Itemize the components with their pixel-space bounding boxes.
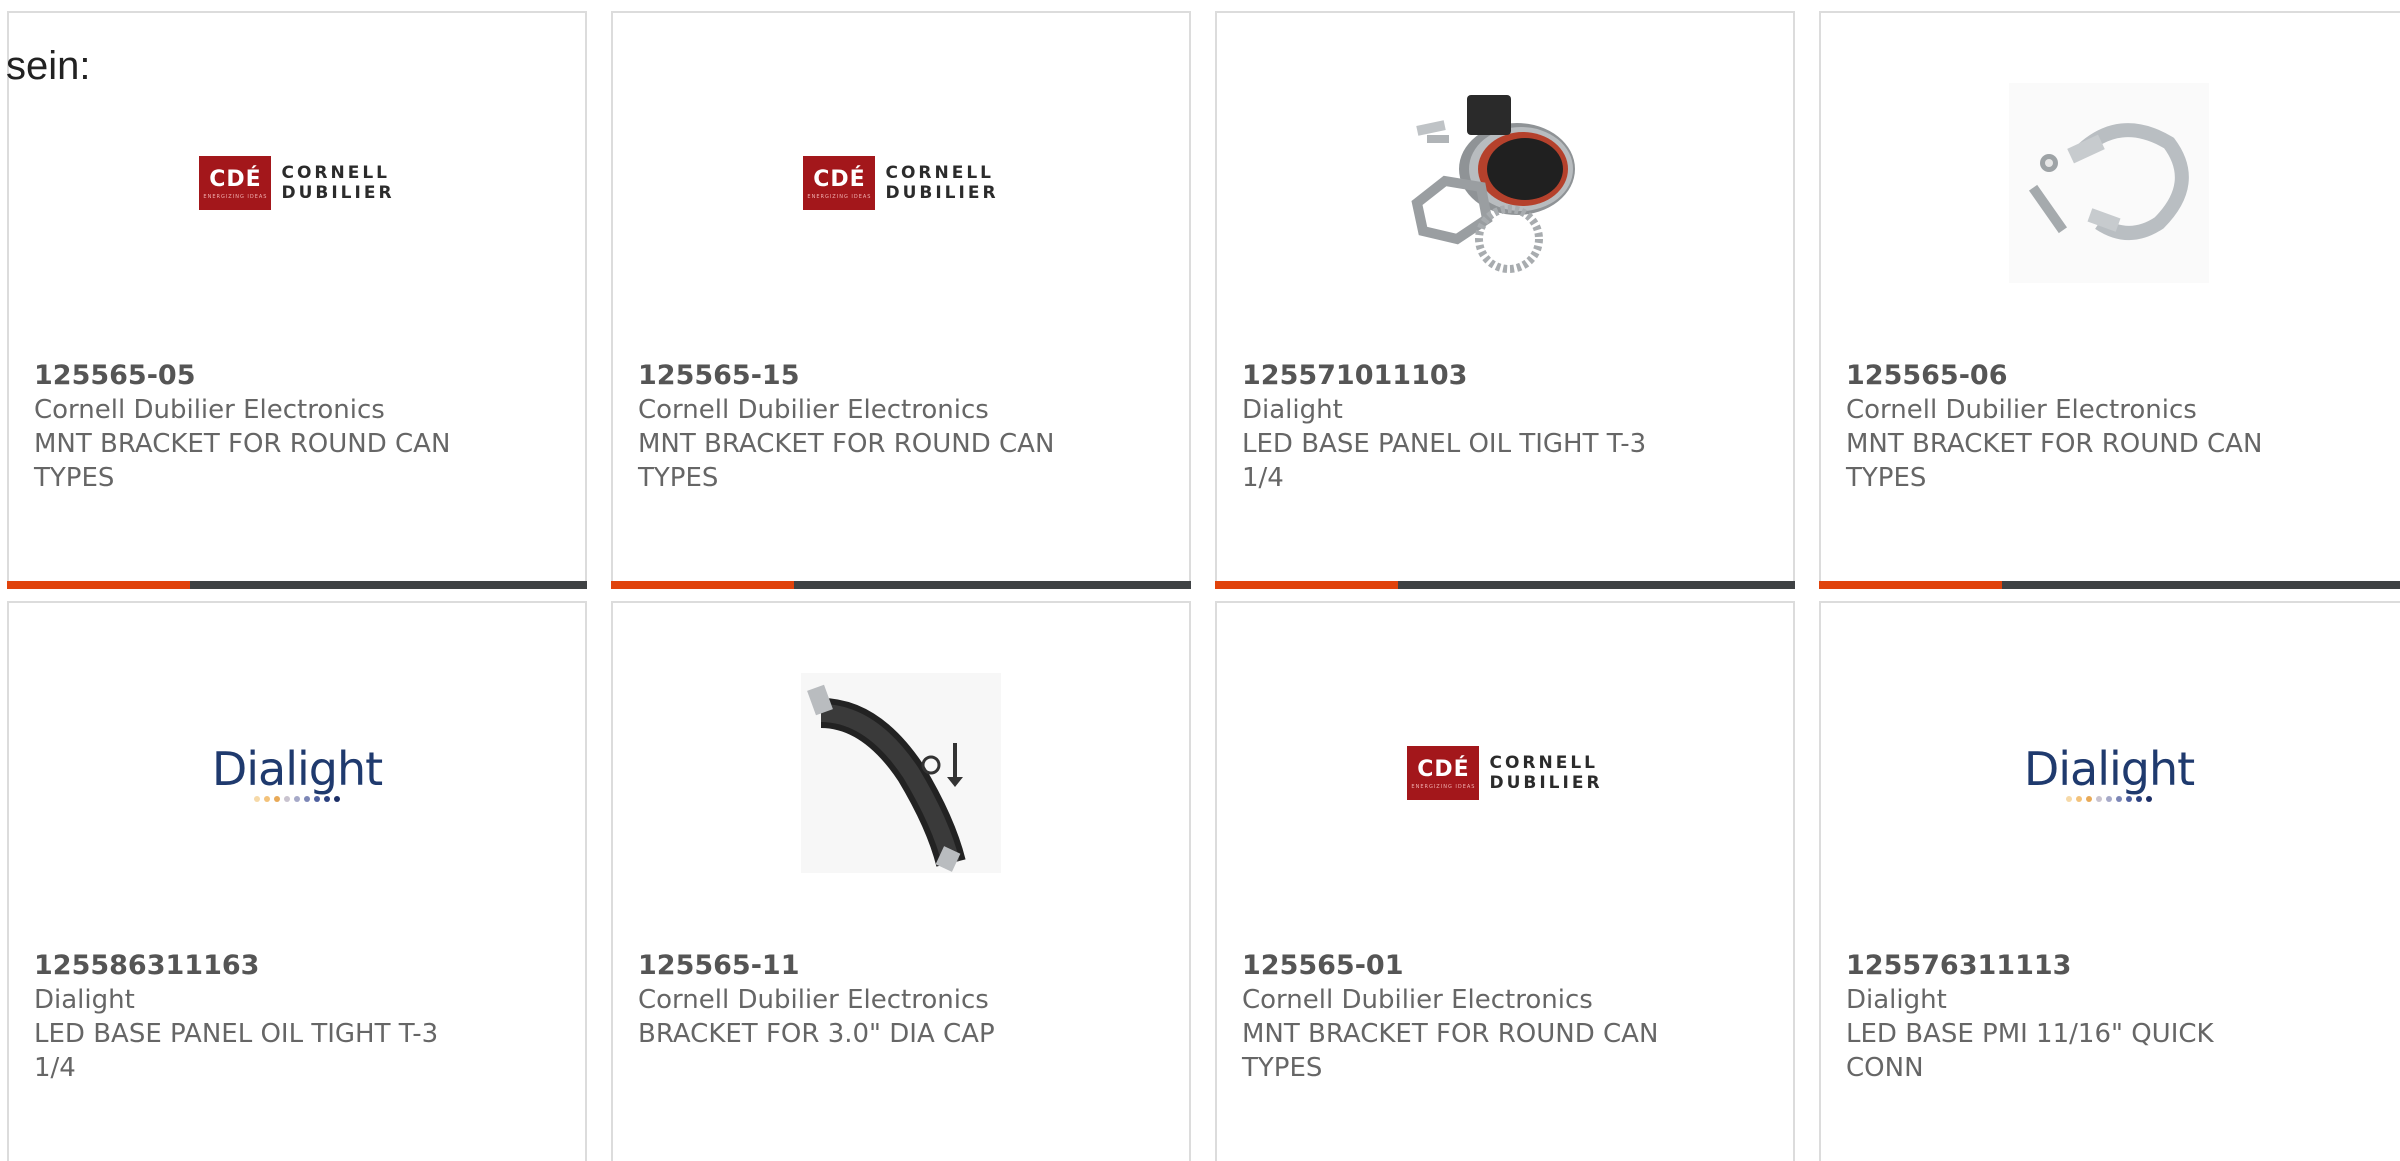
dialight-logo: Dialight <box>212 744 383 802</box>
product-image[interactable]: CDÉ ENERGIZING IDEAS CORNELL DUBILIER <box>801 83 1001 283</box>
part-number[interactable]: 125565-11 <box>638 949 1078 983</box>
dialight-logo: Dialight <box>2024 744 2195 802</box>
intro-text: sein: <box>6 44 91 88</box>
led-panel-base-photo <box>1411 95 1575 273</box>
product-image[interactable] <box>2009 83 2209 283</box>
manufacturer: Cornell Dubilier Electronics <box>638 395 989 425</box>
product-card[interactable]: 125571011103 Dialight LED BASE PANEL OIL… <box>1215 11 1795 589</box>
product-card[interactable]: CDÉ ENERGIZING IDEAS CORNELL DUBILIER 1255… <box>611 11 1191 589</box>
description-line1: BRACKET FOR 3.0" DIA CAP <box>638 1019 995 1049</box>
product-image[interactable]: CDÉ ENERGIZING IDEAS CORNELL DUBILIER <box>1405 673 1605 873</box>
description-line2: TYPES <box>34 463 115 493</box>
card-bottom-bar <box>1215 581 1795 589</box>
card-bottom-bar <box>7 581 587 589</box>
cornell-dubilier-logo: CDÉ ENERGIZING IDEAS CORNELL DUBILIER <box>1407 746 1602 800</box>
description-line2: TYPES <box>1846 463 1927 493</box>
bracket-strap-photo <box>801 673 1001 873</box>
card-bottom-bar <box>1819 581 2400 589</box>
manufacturer: Cornell Dubilier Electronics <box>1846 395 2197 425</box>
mounting-clamp-photo <box>2009 83 2209 283</box>
manufacturer: Cornell Dubilier Electronics <box>34 395 385 425</box>
product-card[interactable]: CDÉ ENERGIZING IDEAS CORNELL DUBILIER 1255… <box>7 11 587 589</box>
product-image[interactable]: Dialight <box>197 673 397 873</box>
part-number[interactable]: 125565-15 <box>638 359 1078 393</box>
description-line1: LED BASE PANEL OIL TIGHT T-3 <box>34 1019 439 1049</box>
product-card[interactable]: 125565-11 Cornell Dubilier Electronics B… <box>611 601 1191 1161</box>
product-image[interactable]: Dialight <box>2009 673 2209 873</box>
description-line2: 1/4 <box>34 1053 76 1083</box>
part-number[interactable]: 125565-06 <box>1846 359 2286 393</box>
description-line2: TYPES <box>1242 1053 1323 1083</box>
part-number[interactable]: 125586311163 <box>34 949 474 983</box>
card-accent-bar <box>1819 581 2002 589</box>
card-accent-bar <box>1215 581 1398 589</box>
description-line1: MNT BRACKET FOR ROUND CAN <box>638 429 1055 459</box>
card-accent-bar <box>611 581 794 589</box>
cornell-dubilier-logo: CDÉ ENERGIZING IDEAS CORNELL DUBILIER <box>803 156 998 210</box>
product-image[interactable] <box>1405 83 1605 283</box>
product-card[interactable]: Dialight 125576311113 Dialight LED BASE … <box>1819 601 2400 1161</box>
part-number[interactable]: 125576311113 <box>1846 949 2286 983</box>
part-number[interactable]: 125571011103 <box>1242 359 1682 393</box>
manufacturer: Cornell Dubilier Electronics <box>1242 985 1593 1015</box>
cornell-dubilier-logo: CDÉ ENERGIZING IDEAS CORNELL DUBILIER <box>199 156 394 210</box>
manufacturer: Dialight <box>1242 395 1343 425</box>
description-line1: MNT BRACKET FOR ROUND CAN <box>34 429 451 459</box>
description-line1: MNT BRACKET FOR ROUND CAN <box>1242 1019 1659 1049</box>
manufacturer: Dialight <box>34 985 135 1015</box>
description-line2: 1/4 <box>1242 463 1284 493</box>
card-accent-bar <box>7 581 190 589</box>
product-image[interactable] <box>801 673 1001 873</box>
manufacturer: Dialight <box>1846 985 1947 1015</box>
part-number[interactable]: 125565-01 <box>1242 949 1682 983</box>
product-card[interactable]: Dialight 125586311163 Dialight LED BASE … <box>7 601 587 1161</box>
description-line1: LED BASE PMI 11/16" QUICK <box>1846 1019 2214 1049</box>
product-card[interactable]: CDÉ ENERGIZING IDEAS CORNELL DUBILIER 1255… <box>1215 601 1795 1161</box>
part-number[interactable]: 125565-05 <box>34 359 474 393</box>
product-image[interactable]: CDÉ ENERGIZING IDEAS CORNELL DUBILIER <box>197 83 397 283</box>
manufacturer: Cornell Dubilier Electronics <box>638 985 989 1015</box>
description-line1: MNT BRACKET FOR ROUND CAN <box>1846 429 2263 459</box>
description-line1: LED BASE PANEL OIL TIGHT T-3 <box>1242 429 1647 459</box>
product-card[interactable]: 125565-06 Cornell Dubilier Electronics M… <box>1819 11 2400 589</box>
description-line2: TYPES <box>638 463 719 493</box>
description-line2: CONN <box>1846 1053 1924 1083</box>
card-bottom-bar <box>611 581 1191 589</box>
